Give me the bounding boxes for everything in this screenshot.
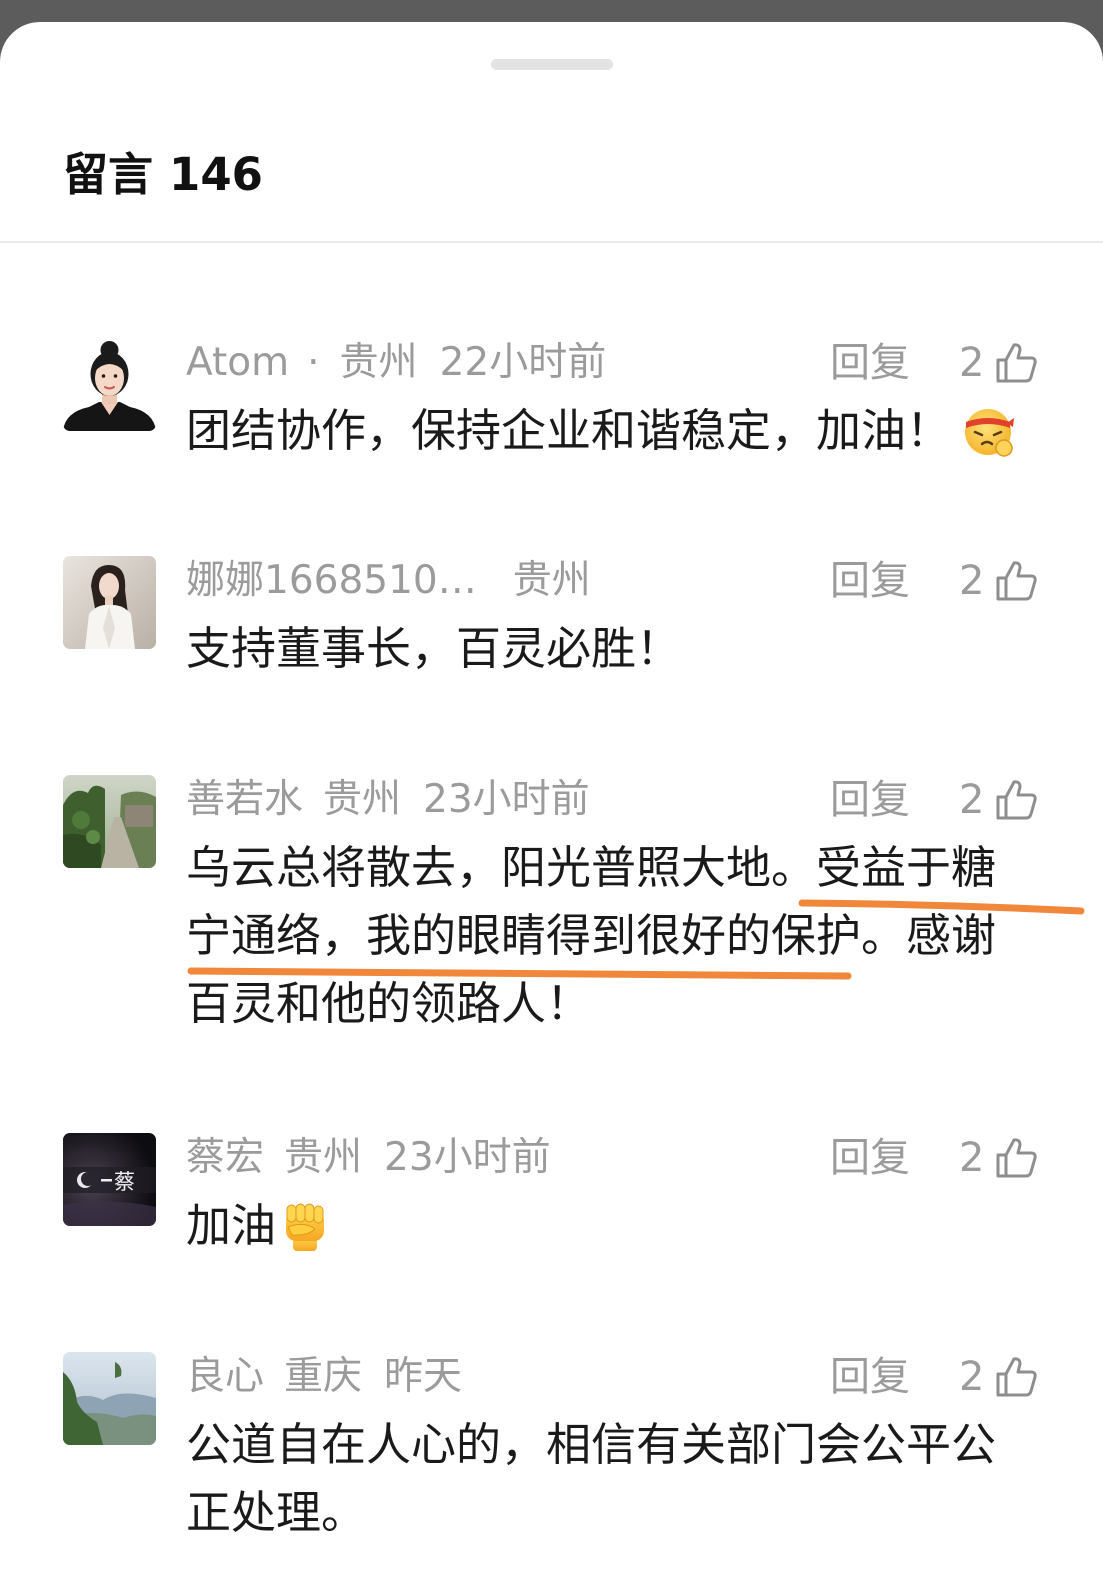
avatar[interactable] bbox=[63, 556, 156, 649]
raised-fist-emoji bbox=[278, 1199, 332, 1253]
thumbs-up-icon[interactable] bbox=[994, 1136, 1038, 1180]
title-label: 留言 bbox=[63, 148, 154, 201]
commenter-name[interactable]: Atom bbox=[186, 338, 289, 388]
comment-time: 22小时前 bbox=[439, 340, 607, 385]
comment-line-text: 百灵和他的领路人！ bbox=[186, 977, 592, 1030]
comment-line-text: 正处理。 bbox=[186, 1486, 367, 1539]
comment-meta: 良心 重庆 昨天 bbox=[186, 1352, 462, 1402]
comment-line: 团结协作，保持企业和谐稳定，加油！ bbox=[186, 397, 1015, 465]
reply-button[interactable]: 回复 bbox=[830, 556, 910, 606]
avatar-image: 蔡 bbox=[63, 1133, 156, 1226]
commenter-location: 贵州 bbox=[512, 558, 591, 603]
drag-handle[interactable] bbox=[491, 59, 613, 70]
comment-line: 公道自在人心的，相信有关部门会公平公 bbox=[186, 1411, 996, 1479]
comment-line: 支持董事长，百灵必胜！ bbox=[186, 615, 681, 683]
avatar-image bbox=[63, 775, 156, 868]
sheet-title: 留言 146 bbox=[63, 147, 263, 203]
comment-meta: 娜娜1668510… 贵州 bbox=[186, 556, 591, 606]
comment-line-text: 乌云总将散去，阳光普照大地。受益于糖 bbox=[186, 841, 997, 894]
commenter-location: 贵州 bbox=[284, 1135, 363, 1180]
comment-line: 百灵和他的领路人！ bbox=[186, 970, 996, 1038]
avatar-image bbox=[63, 556, 156, 649]
comment-time: 23小时前 bbox=[384, 1135, 551, 1180]
comment-line: 正处理。 bbox=[186, 1479, 996, 1547]
commenter-location: 贵州 bbox=[339, 340, 418, 385]
avatar-image bbox=[63, 338, 156, 431]
like-count: 2 bbox=[959, 777, 985, 823]
comment-meta: 善若水 贵州 23小时前 bbox=[186, 775, 590, 825]
comment-line-text: 支持董事长，百灵必胜！ bbox=[186, 622, 682, 675]
comment-text: 团结协作，保持企业和谐稳定，加油！ bbox=[186, 397, 1015, 465]
avatar-image bbox=[63, 1352, 156, 1445]
commenter-name[interactable]: 善若水 bbox=[186, 775, 303, 825]
comment-text: 公道自在人心的，相信有关部门会公平公 正处理。 bbox=[186, 1411, 996, 1547]
avatar[interactable] bbox=[63, 338, 156, 431]
comment-line-text: 公道自在人心的，相信有关部门会公平公 bbox=[186, 1418, 997, 1471]
reply-button[interactable]: 回复 bbox=[830, 338, 910, 388]
comment-time: 23小时前 bbox=[423, 777, 590, 822]
commenter-location: 贵州 bbox=[323, 777, 402, 822]
like-count: 2 bbox=[959, 340, 985, 386]
commenter-location: 重庆 bbox=[284, 1354, 363, 1399]
thumbs-up-icon[interactable] bbox=[994, 778, 1038, 822]
meta-separator: · bbox=[307, 340, 320, 385]
comment-line-text: 团结协作，保持企业和谐稳定，加油！ bbox=[186, 404, 952, 457]
avatar[interactable] bbox=[63, 775, 156, 868]
comment-meta: Atom · 贵州 22小时前 bbox=[186, 338, 606, 388]
commenter-name[interactable]: 蔡宏 bbox=[186, 1133, 264, 1183]
commenter-name[interactable]: 良心 bbox=[186, 1352, 264, 1402]
avatar[interactable] bbox=[63, 1352, 156, 1445]
comment-line-text: 宁通络，我的眼睛得到很好的保护。感谢 bbox=[186, 909, 997, 962]
comment-line: 加油 bbox=[186, 1192, 332, 1260]
comment-line-text: 加油 bbox=[186, 1199, 277, 1252]
like-count: 2 bbox=[959, 558, 985, 604]
thumbs-up-icon[interactable] bbox=[994, 341, 1038, 385]
avatar-lettering: 蔡 bbox=[114, 1170, 135, 1194]
comment-count: 146 bbox=[169, 148, 263, 201]
reply-button[interactable]: 回复 bbox=[830, 1133, 910, 1183]
avatar[interactable]: 蔡 bbox=[63, 1133, 156, 1226]
comment-time: 昨天 bbox=[384, 1354, 463, 1399]
comment-text: 乌云总将散去，阳光普照大地。受益于糖 宁通络，我的眼睛得到很好的保护。感谢 百灵… bbox=[186, 834, 996, 1038]
thumbs-up-icon[interactable] bbox=[994, 559, 1038, 603]
like-count: 2 bbox=[959, 1135, 985, 1181]
reply-button[interactable]: 回复 bbox=[830, 1352, 910, 1402]
header-divider bbox=[0, 241, 1103, 243]
comment-text: 支持董事长，百灵必胜！ bbox=[186, 615, 681, 683]
fighting-face-emoji bbox=[963, 405, 1015, 457]
reply-button[interactable]: 回复 bbox=[830, 775, 910, 825]
like-count: 2 bbox=[959, 1354, 985, 1400]
comment-text: 加油 bbox=[186, 1192, 332, 1260]
comment-meta: 蔡宏 贵州 23小时前 bbox=[186, 1133, 551, 1183]
commenter-name[interactable]: 娜娜1668510… bbox=[186, 556, 477, 606]
thumbs-up-icon[interactable] bbox=[994, 1355, 1038, 1399]
comment-line: 宁通络，我的眼睛得到很好的保护。感谢 bbox=[186, 902, 996, 970]
comment-line: 乌云总将散去，阳光普照大地。受益于糖 bbox=[186, 834, 996, 902]
